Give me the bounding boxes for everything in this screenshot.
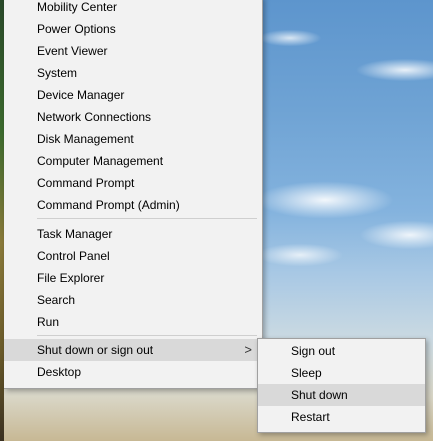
submenu-item-restart[interactable]: Restart bbox=[258, 406, 425, 428]
submenu-item-sign-out[interactable]: Sign out bbox=[258, 340, 425, 362]
submenu-item-sleep[interactable]: Sleep bbox=[258, 362, 425, 384]
shutdown-submenu: Sign out Sleep Shut down Restart bbox=[257, 338, 426, 433]
menu-item-mobility-center[interactable]: Mobility Center bbox=[4, 0, 262, 18]
power-user-menu: Mobility Center Power Options Event View… bbox=[4, 0, 263, 389]
menu-item-event-viewer[interactable]: Event Viewer bbox=[4, 40, 262, 62]
menu-item-file-explorer[interactable]: File Explorer bbox=[4, 267, 262, 289]
menu-item-device-manager[interactable]: Device Manager bbox=[4, 84, 262, 106]
menu-item-disk-management[interactable]: Disk Management bbox=[4, 128, 262, 150]
menu-item-control-panel[interactable]: Control Panel bbox=[4, 245, 262, 267]
menu-item-system[interactable]: System bbox=[4, 62, 262, 84]
menu-item-label: Shut down or sign out bbox=[37, 343, 154, 357]
menu-item-shut-down-or-sign-out[interactable]: Shut down or sign out > bbox=[4, 339, 262, 361]
menu-item-search[interactable]: Search bbox=[4, 289, 262, 311]
menu-separator bbox=[37, 335, 257, 336]
menu-item-power-options[interactable]: Power Options bbox=[4, 18, 262, 40]
menu-item-desktop[interactable]: Desktop bbox=[4, 361, 262, 383]
menu-item-run[interactable]: Run bbox=[4, 311, 262, 333]
chevron-right-icon: > bbox=[244, 342, 252, 357]
menu-item-network-connections[interactable]: Network Connections bbox=[4, 106, 262, 128]
menu-separator bbox=[37, 218, 257, 219]
menu-item-command-prompt[interactable]: Command Prompt bbox=[4, 172, 262, 194]
submenu-item-shut-down[interactable]: Shut down bbox=[258, 384, 425, 406]
menu-item-computer-management[interactable]: Computer Management bbox=[4, 150, 262, 172]
menu-item-task-manager[interactable]: Task Manager bbox=[4, 223, 262, 245]
menu-item-command-prompt-admin[interactable]: Command Prompt (Admin) bbox=[4, 194, 262, 216]
